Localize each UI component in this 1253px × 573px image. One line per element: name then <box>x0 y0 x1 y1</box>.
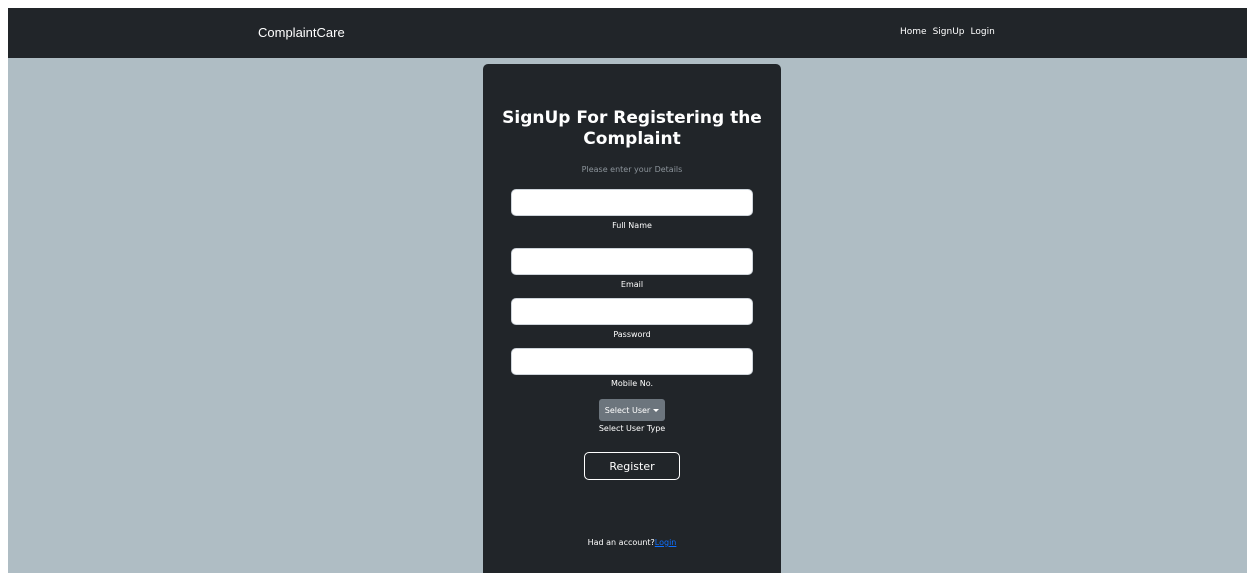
user-type-label: Select User Type <box>598 424 666 433</box>
email-input[interactable] <box>511 248 753 275</box>
register-button[interactable]: Register <box>584 452 680 480</box>
login-prompt: Had an account?Login <box>483 538 781 547</box>
nav-link-login[interactable]: Login <box>971 27 995 37</box>
full-name-input[interactable] <box>511 189 753 216</box>
mobile-label: Mobile No. <box>610 379 654 388</box>
navbar: ComplaintCare Home SignUp Login <box>8 8 1247 58</box>
email-label: Email <box>620 280 644 289</box>
signup-card: SignUp For Registering the Complaint Ple… <box>483 64 781 573</box>
caret-down-icon <box>653 408 660 412</box>
login-link[interactable]: Login <box>655 538 677 547</box>
nav-link-signup[interactable]: SignUp <box>933 27 965 37</box>
mobile-input[interactable] <box>511 348 753 375</box>
password-input[interactable] <box>511 298 753 325</box>
brand-logo[interactable]: ComplaintCare <box>258 25 345 40</box>
nav-links: Home SignUp Login <box>900 27 995 37</box>
form-subtitle: Please enter your Details <box>581 165 683 174</box>
select-user-dropdown[interactable]: Select User <box>599 399 665 421</box>
page-title: SignUp For Registering the Complaint <box>502 108 762 149</box>
nav-link-home[interactable]: Home <box>900 27 927 37</box>
select-user-button-label: Select User <box>604 405 651 415</box>
password-label: Password <box>613 330 651 339</box>
account-prompt-text: Had an account? <box>587 538 655 547</box>
full-name-label: Full Name <box>612 221 652 230</box>
app-root: ComplaintCare Home SignUp Login SignUp F… <box>8 8 1247 573</box>
